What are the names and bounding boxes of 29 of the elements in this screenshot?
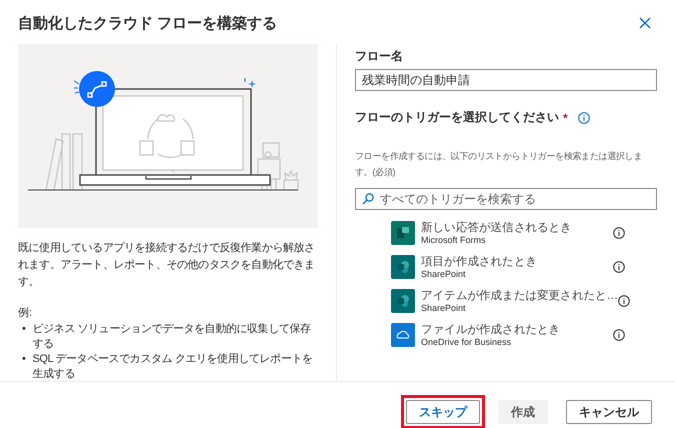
trigger-title[interactable]: ファイルが作成されたとき xyxy=(421,322,613,337)
trigger-search-field[interactable]: すべてのトリガーを検索する xyxy=(355,188,657,210)
description-text: 既に使用しているアプリを接続するだけで反復作業から解放されます。アラート、レポート、その他のタスクを自動化できます。 xyxy=(18,240,316,290)
flow-name-field[interactable]: 残業時間の自動申請 xyxy=(355,69,657,91)
close-icon[interactable] xyxy=(639,17,651,29)
bullet-marker: • xyxy=(22,322,26,337)
secondary-button[interactable]: スキップ xyxy=(406,400,480,424)
trigger-title[interactable]: 新しい応答が送信されるとき xyxy=(421,220,613,235)
info-icon[interactable] xyxy=(613,226,625,238)
trigger-hint: フローを作成するには、以下のリストからトリガーを検索または選択します。(必須) xyxy=(355,150,644,179)
required-mark: * xyxy=(563,110,568,124)
trigger-title[interactable]: 項目が作成されたとき xyxy=(421,254,613,269)
search-icon xyxy=(362,193,374,205)
info-icon[interactable] xyxy=(618,294,630,306)
flow-name-label: フロー名 xyxy=(355,48,404,65)
connector-name: SharePoint xyxy=(421,303,467,313)
connector-name: OneDrive for Business xyxy=(421,337,512,347)
connector-name: SharePoint xyxy=(421,269,467,279)
bullet-marker: • xyxy=(22,352,26,367)
example-text: SQL データベースでカスタム クエリを使用してレポートを生成する xyxy=(32,352,314,382)
trigger-label: フローのトリガーを選択してください xyxy=(355,109,559,126)
examples-label: 例: xyxy=(18,306,34,320)
info-icon[interactable] xyxy=(613,260,625,272)
info-icon[interactable] xyxy=(613,328,625,340)
trigger-title[interactable]: アイテムが作成または変更されたと… xyxy=(421,288,618,303)
dialog-title: 自動化したクラウド フローを構築する xyxy=(18,14,278,32)
example-text: ビジネス ソリューションでデータを自動的に収集して保存する xyxy=(32,322,312,352)
secondary-button[interactable]: キャンセル xyxy=(566,400,652,424)
connector-name: Microsoft Forms xyxy=(421,235,487,245)
